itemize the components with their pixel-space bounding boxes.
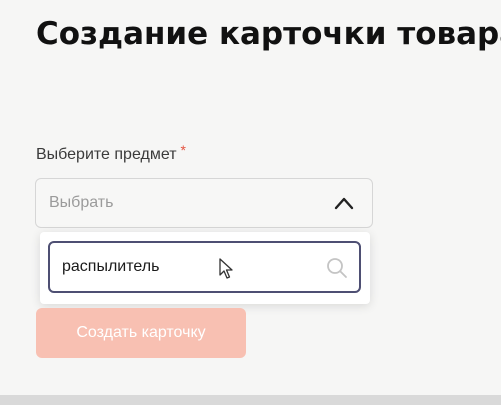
page-title: Создание карточки товара xyxy=(36,16,501,52)
search-icon xyxy=(327,258,347,278)
subject-label-text: Выберите предмет xyxy=(36,146,177,163)
chevron-up-icon[interactable] xyxy=(334,196,354,210)
bottom-divider xyxy=(0,395,501,405)
select-placeholder: Выбрать xyxy=(49,194,114,211)
mouse-cursor-icon xyxy=(219,258,233,279)
subject-select[interactable]: Выбрать xyxy=(35,178,373,228)
create-card-button[interactable]: Создать карточку xyxy=(36,308,246,358)
subject-field-label: Выберите предмет * xyxy=(36,142,186,164)
product-card-creation-page: Создание карточки товара Выберите предме… xyxy=(0,0,501,405)
subject-search-input[interactable] xyxy=(62,243,312,291)
subject-search-field[interactable] xyxy=(48,241,361,293)
required-mark: * xyxy=(180,142,186,158)
